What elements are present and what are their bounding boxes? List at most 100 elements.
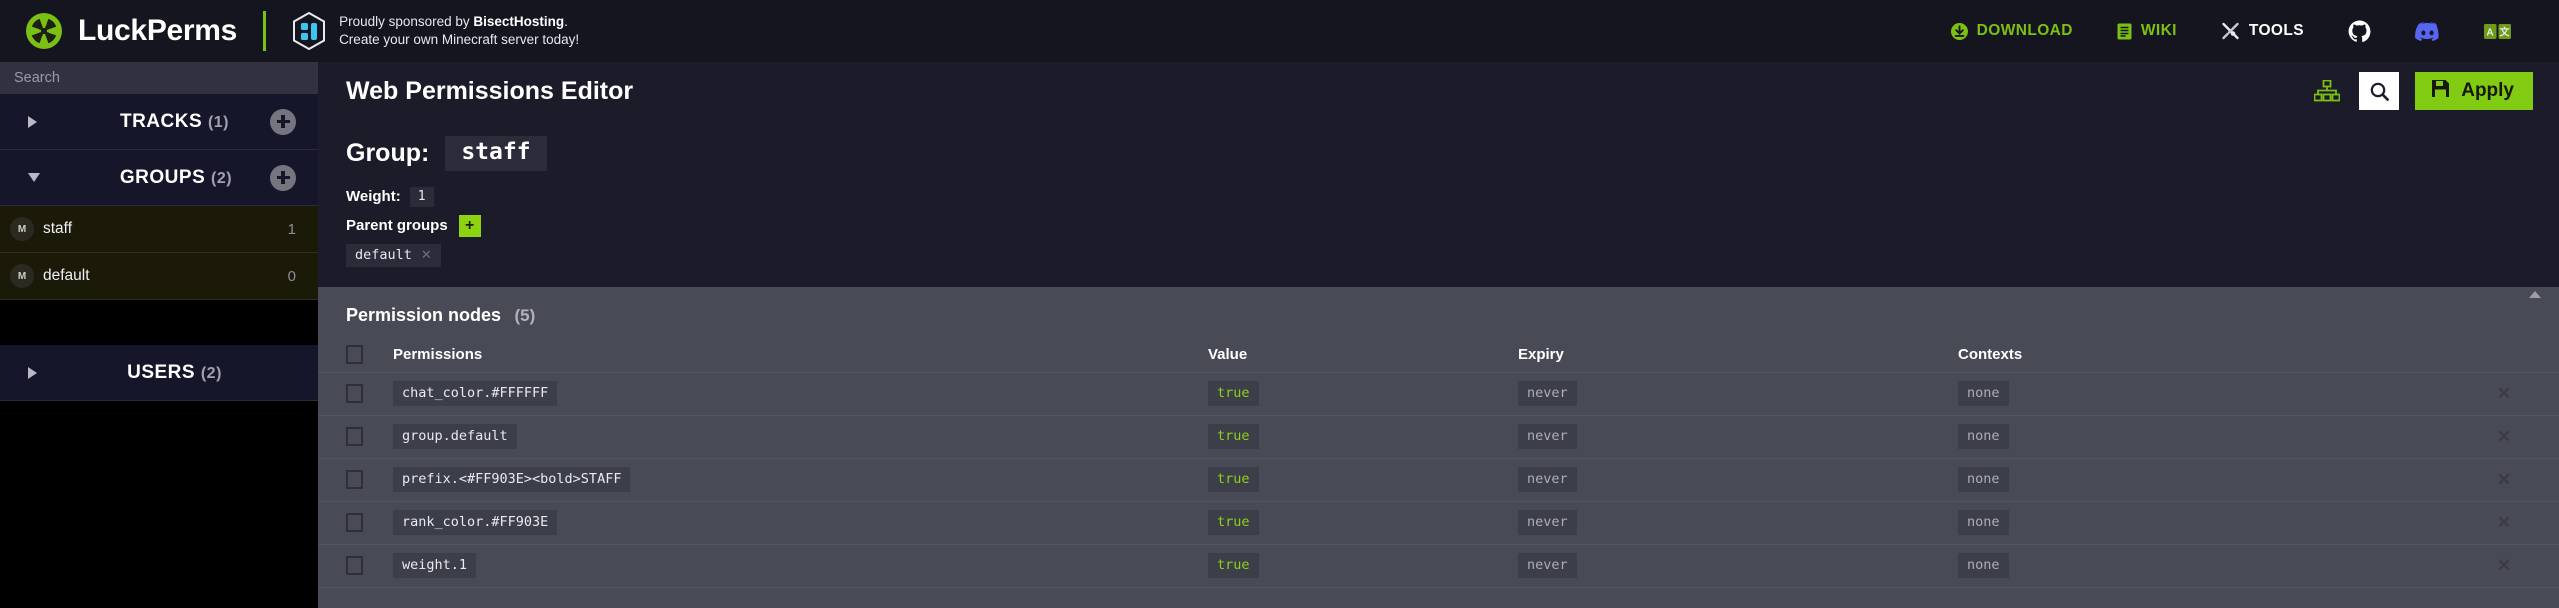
nav-github[interactable] bbox=[2326, 0, 2393, 62]
groups-label: GROUPS bbox=[119, 166, 206, 188]
close-x-icon[interactable]: ✕ bbox=[2497, 513, 2511, 533]
contexts-chip[interactable]: none bbox=[1958, 424, 2009, 450]
permission-nodes-table: Permission nodes (5) Permissions Value E… bbox=[318, 286, 2559, 608]
brand-logo-area[interactable]: LuckPerms bbox=[26, 13, 237, 49]
weight-value-chip[interactable]: 1 bbox=[409, 186, 434, 207]
row-checkbox[interactable] bbox=[346, 384, 363, 404]
weight-row: Weight: 1 bbox=[346, 186, 2531, 207]
group-label: Group: bbox=[346, 138, 430, 167]
sponsor-text: Proudly sponsored by BisectHosting. Crea… bbox=[339, 13, 579, 49]
sidebar-section-groups[interactable]: GROUPS (2) bbox=[0, 150, 318, 206]
select-all-checkbox[interactable] bbox=[346, 345, 363, 365]
parent-groups-row: Parent groups + bbox=[346, 214, 2531, 237]
hierarchy-tree-icon[interactable] bbox=[2311, 77, 2343, 105]
sidebar-search[interactable]: Search bbox=[0, 62, 318, 94]
permission-node-chip[interactable]: group.default bbox=[393, 424, 517, 450]
row-checkbox[interactable] bbox=[346, 470, 363, 490]
permission-node-chip[interactable]: weight.1 bbox=[393, 553, 477, 579]
nav-wiki[interactable]: WIKI bbox=[2095, 0, 2199, 62]
expiry-chip[interactable]: never bbox=[1518, 467, 1577, 493]
parent-groups-label: Parent groups bbox=[346, 217, 448, 235]
group-type-badge: M bbox=[10, 217, 34, 241]
apply-label: Apply bbox=[2461, 80, 2514, 101]
sidebar: Search TRACKS (1) GROUPS (2) M staff 1 M… bbox=[0, 62, 318, 608]
value-chip[interactable]: true bbox=[1208, 467, 1259, 493]
apply-button[interactable]: Apply bbox=[2415, 72, 2533, 110]
expiry-chip[interactable]: never bbox=[1518, 381, 1577, 407]
nav-wiki-label: WIKI bbox=[2140, 22, 2177, 39]
group-type-badge: M bbox=[10, 264, 34, 288]
group-info-panel: Group: staff Weight: 1 Parent groups + d… bbox=[318, 120, 2559, 287]
value-chip[interactable]: true bbox=[1208, 424, 1259, 450]
value-chip[interactable]: true bbox=[1208, 510, 1259, 536]
add-track-button[interactable] bbox=[270, 108, 296, 135]
permission-nodes-count: (5) bbox=[514, 305, 536, 325]
table-row: prefix.<#FF903E><bold>STAFF true never n… bbox=[318, 457, 2559, 501]
caret-up-icon[interactable] bbox=[2529, 290, 2541, 298]
search-button[interactable] bbox=[2359, 72, 2400, 110]
sidebar-group-default[interactable]: M default 0 bbox=[0, 253, 318, 300]
save-floppy-icon bbox=[2431, 79, 2450, 104]
expiry-chip[interactable]: never bbox=[1518, 553, 1577, 579]
main-header: Web Permissions Editor Apply bbox=[318, 62, 2559, 120]
contexts-chip[interactable]: none bbox=[1958, 510, 2009, 536]
svg-text:A: A bbox=[2486, 27, 2494, 38]
permission-node-chip[interactable]: prefix.<#FF903E><bold>STAFF bbox=[393, 467, 631, 493]
nav-tools-label: TOOLS bbox=[2248, 22, 2304, 39]
book-icon bbox=[2117, 23, 2132, 40]
group-name: staff bbox=[43, 220, 73, 237]
sidebar-section-users[interactable]: USERS (2) bbox=[0, 345, 318, 401]
bisecthosting-icon bbox=[292, 11, 326, 51]
nav-download[interactable]: DOWNLOAD bbox=[1929, 0, 2095, 62]
users-count: (2) bbox=[200, 364, 222, 382]
table-bottom-border bbox=[318, 586, 2559, 608]
groups-count: (2) bbox=[211, 169, 233, 187]
group-weight: 1 bbox=[287, 220, 296, 238]
permission-nodes-title: Permission nodes bbox=[346, 304, 502, 325]
expiry-chip[interactable]: never bbox=[1518, 424, 1577, 450]
expiry-chip[interactable]: never bbox=[1518, 510, 1577, 536]
value-chip[interactable]: true bbox=[1208, 381, 1259, 407]
permission-node-chip[interactable]: chat_color.#FFFFFF bbox=[393, 381, 558, 407]
nav-translate[interactable]: A 文 bbox=[2462, 0, 2533, 62]
value-chip[interactable]: true bbox=[1208, 553, 1259, 579]
close-x-icon[interactable]: ✕ bbox=[421, 247, 432, 263]
close-x-icon[interactable]: ✕ bbox=[2497, 384, 2511, 404]
close-x-icon[interactable]: ✕ bbox=[2497, 556, 2511, 576]
contexts-chip[interactable]: none bbox=[1958, 467, 2009, 493]
parent-chip-default[interactable]: default ✕ bbox=[346, 243, 441, 267]
column-header-expiry: Expiry bbox=[1518, 346, 1564, 364]
brand-separator bbox=[263, 11, 267, 51]
row-checkbox[interactable] bbox=[346, 427, 363, 447]
group-name: default bbox=[43, 267, 90, 284]
contexts-chip[interactable]: none bbox=[1958, 381, 2009, 407]
parent-chip-name: default bbox=[355, 246, 412, 263]
row-checkbox[interactable] bbox=[346, 556, 363, 576]
table-row: group.default true never none ✕ bbox=[318, 414, 2559, 458]
tools-icon bbox=[2221, 22, 2240, 40]
close-x-icon[interactable]: ✕ bbox=[2497, 427, 2511, 447]
sponsor-line1-suffix: . bbox=[564, 14, 568, 30]
github-icon bbox=[2348, 19, 2371, 43]
contexts-chip[interactable]: none bbox=[1958, 553, 2009, 579]
brand-name: LuckPerms bbox=[78, 14, 238, 47]
nav-tools[interactable]: TOOLS bbox=[2199, 0, 2326, 62]
sidebar-group-staff[interactable]: M staff 1 bbox=[0, 206, 318, 253]
sidebar-gap bbox=[0, 300, 318, 345]
sidebar-section-tracks[interactable]: TRACKS (1) bbox=[0, 94, 318, 150]
add-parent-group-button[interactable]: + bbox=[458, 214, 481, 237]
close-x-icon[interactable]: ✕ bbox=[2497, 470, 2511, 490]
permission-node-chip[interactable]: rank_color.#FF903E bbox=[393, 510, 558, 536]
download-circle-icon bbox=[1950, 22, 1968, 40]
nav-discord[interactable] bbox=[2393, 0, 2462, 62]
column-header-value: Value bbox=[1208, 346, 1248, 364]
sidebar-filler bbox=[0, 401, 318, 608]
tracks-label: TRACKS bbox=[119, 110, 203, 132]
discord-icon bbox=[2415, 21, 2440, 41]
sponsor-banner[interactable]: Proudly sponsored by BisectHosting. Crea… bbox=[292, 11, 579, 51]
group-name-chip[interactable]: staff bbox=[445, 136, 547, 171]
permission-nodes-heading: Permission nodes (5) bbox=[318, 287, 2559, 338]
row-checkbox[interactable] bbox=[346, 513, 363, 533]
add-group-button[interactable] bbox=[270, 164, 296, 191]
table-row: weight.1 true never none ✕ bbox=[318, 543, 2559, 587]
